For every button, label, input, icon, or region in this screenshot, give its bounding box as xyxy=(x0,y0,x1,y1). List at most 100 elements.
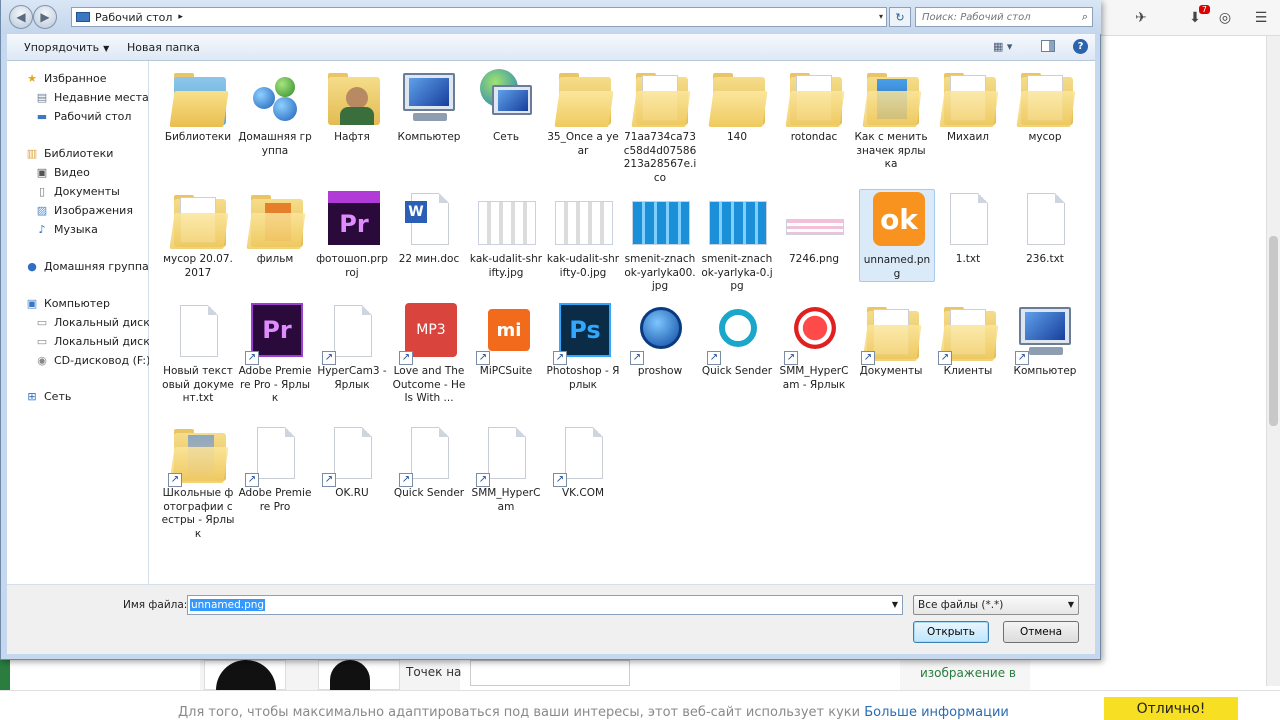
file-item[interactable]: ↗ Quick Sender xyxy=(391,423,467,501)
file-item[interactable]: Компьютер xyxy=(391,67,467,145)
view-options-icon[interactable]: ▦ ▾ xyxy=(993,40,1012,53)
chevron-down-icon[interactable]: ▼ xyxy=(1068,600,1074,609)
new-folder-button[interactable]: Новая папка xyxy=(127,41,200,54)
menu-icon[interactable]: ☰ xyxy=(1252,9,1270,27)
nav-documents[interactable]: ▯ Документы xyxy=(35,182,120,200)
file-name-value[interactable]: unnamed.png xyxy=(190,599,266,611)
file-item[interactable]: smenit-znachok-yarlyka00.jpg xyxy=(622,189,698,294)
file-item[interactable]: ↗ Школьные фотографии сестры - Ярлык xyxy=(160,423,236,541)
address-dropdown-icon[interactable]: ▾ xyxy=(879,12,883,21)
file-item[interactable]: Новый текстовый документ.txt xyxy=(160,301,236,406)
file-item[interactable]: Ps ↗ Photoshop - Ярлык xyxy=(545,301,621,392)
cancel-button[interactable]: Отмена xyxy=(1003,621,1079,643)
file-item[interactable]: 140 xyxy=(699,67,775,145)
file-item[interactable]: 35_Once a year xyxy=(545,67,621,158)
green-info-text: изображение в xyxy=(920,666,1016,680)
nav-recent-places[interactable]: ▤ Недавние места xyxy=(35,88,149,106)
back-button[interactable]: ◀ xyxy=(9,5,33,29)
nav-cd-drive[interactable]: ◉ CD-дисковод (F:) xyxy=(35,351,150,369)
nav-label: Видео xyxy=(54,165,90,179)
file-item[interactable]: Pr ↗ Adobe Premiere Pro - Ярлык xyxy=(237,301,313,406)
file-item[interactable]: 71aa734ca73c58d4d07586213a28567e.ico xyxy=(622,67,698,185)
file-item[interactable]: ↗ Adobe Premiere Pro xyxy=(237,423,313,514)
search-input[interactable] xyxy=(922,10,1072,24)
file-item[interactable]: ↗ OK.RU xyxy=(314,423,390,501)
file-item[interactable]: ↗ proshow xyxy=(622,301,698,379)
image-thumbnail-icon xyxy=(551,189,615,253)
file-item[interactable]: kak-udalit-shrifty.jpg xyxy=(468,189,544,280)
nav-favorites[interactable]: ★ Избранное xyxy=(25,69,106,87)
organize-menu[interactable]: Упорядочить ▼ xyxy=(24,41,109,54)
file-item[interactable]: Сеть xyxy=(468,67,544,145)
shortcut-arrow-icon: ↗ xyxy=(1015,351,1029,365)
file-item[interactable]: Библиотеки xyxy=(160,67,236,145)
nav-pictures[interactable]: ▨ Изображения xyxy=(35,201,133,219)
file-item[interactable]: мусор xyxy=(1007,67,1083,145)
file-item[interactable]: W 22 мин.doc xyxy=(391,189,467,267)
file-item[interactable]: ↗ SMM_HyperCam - Ярлык xyxy=(776,301,852,392)
scrollbar-thumb[interactable] xyxy=(1269,236,1278,426)
navigation-pane: ★ Избранное ▤ Недавние места ▬ Рабочий стол… xyxy=(7,61,166,584)
nav-libraries[interactable]: ▥ Библиотеки xyxy=(25,144,114,162)
breadcrumb-arrow-icon[interactable]: ▸ xyxy=(178,12,183,22)
preview-pane-icon[interactable] xyxy=(1041,40,1055,52)
file-item[interactable]: ↗ Клиенты xyxy=(930,301,1006,379)
file-item[interactable]: ↗ SMM_HyperCam xyxy=(468,423,544,514)
file-item[interactable]: smenit-znachok-yarlyka-0.jpg xyxy=(699,189,775,294)
file-item[interactable]: rotondac xyxy=(776,67,852,145)
file-item[interactable]: ↗ VK.COM xyxy=(545,423,621,501)
extension-icon[interactable]: ✈ xyxy=(1132,9,1150,27)
file-item[interactable]: MP3 ↗ Love and The Outcome - He Is With .… xyxy=(391,301,467,406)
file-item[interactable]: 1.txt xyxy=(930,189,1006,267)
shortcut-arrow-icon: ↗ xyxy=(322,473,336,487)
address-bar[interactable]: Рабочий стол ▸ ▾ xyxy=(71,7,887,27)
forward-button[interactable]: ▶ xyxy=(33,5,57,29)
homegroup-icon xyxy=(243,67,307,131)
file-item[interactable]: ↗ Документы xyxy=(853,301,929,379)
refresh-button[interactable]: ↻ xyxy=(889,7,911,27)
file-item[interactable]: Михаил xyxy=(930,67,1006,145)
sync-icon[interactable]: ◎ xyxy=(1216,9,1234,27)
file-item[interactable]: мусор 20.07.2017 xyxy=(160,189,236,280)
search-box[interactable]: ⌕ xyxy=(915,7,1093,27)
download-icon[interactable]: ⬇ 7 xyxy=(1186,5,1210,27)
file-item[interactable]: фильм xyxy=(237,189,313,267)
nav-network[interactable]: ⊞ Сеть xyxy=(25,387,71,405)
file-item[interactable]: ↗ Quick Sender xyxy=(699,301,775,379)
file-label: SMM_HyperCam - Ярлык xyxy=(779,365,849,391)
file-item[interactable]: kak-udalit-shrifty-0.jpg xyxy=(545,189,621,280)
file-name-field[interactable]: unnamed.png ▼ xyxy=(187,595,903,615)
organize-label: Упорядочить xyxy=(24,41,100,54)
file-label: OK.RU xyxy=(335,487,369,499)
file-item[interactable]: Pr фотошоп.prproj xyxy=(314,189,390,280)
open-button[interactable]: Открыть xyxy=(913,621,989,643)
page-scrollbar[interactable] xyxy=(1266,36,1280,686)
chevron-down-icon[interactable]: ▼ xyxy=(892,600,898,609)
nav-video[interactable]: ▣ Видео xyxy=(35,163,90,181)
file-item[interactable]: mi ↗ MiPCSuite xyxy=(468,301,544,379)
quick-sender-icon: ↗ xyxy=(705,301,769,365)
nav-local-disk-d[interactable]: ▭ Локальный диск (D xyxy=(35,332,166,350)
nav-music[interactable]: ♪ Музыка xyxy=(35,220,97,238)
file-item[interactable]: ↗ HyperCam3 - Ярлык xyxy=(314,301,390,392)
cookie-more-link[interactable]: Больше информации xyxy=(864,705,1009,720)
libraries-folder-icon xyxy=(166,67,230,131)
file-item[interactable]: 7246.png xyxy=(776,189,852,267)
file-item-selected[interactable]: ok unnamed.png xyxy=(859,189,935,282)
file-item[interactable]: Домашняя группа xyxy=(237,67,313,158)
cookie-accept-button[interactable]: Отлично! xyxy=(1104,697,1238,720)
file-item[interactable]: ↗ Компьютер xyxy=(1007,301,1083,379)
nav-homegroup[interactable]: ● Домашняя группа xyxy=(25,257,149,275)
file-item[interactable]: Нафтя xyxy=(314,67,390,145)
file-item[interactable]: Как с менить значек ярлыка xyxy=(853,67,929,172)
nav-desktop[interactable]: ▬ Рабочий стол xyxy=(35,107,132,125)
help-icon[interactable]: ? xyxy=(1073,39,1088,54)
file-type-select[interactable]: Все файлы (*.*) ▼ xyxy=(913,595,1079,615)
cookie-message: Для того, чтобы максимально адаптировать… xyxy=(178,705,1009,720)
file-item[interactable]: 236.txt xyxy=(1007,189,1083,267)
search-icon[interactable]: ⌕ xyxy=(1082,10,1088,24)
nav-computer[interactable]: ▣ Компьютер xyxy=(25,294,110,312)
nav-local-disk-c[interactable]: ▭ Локальный диск (C xyxy=(35,313,166,331)
points-input[interactable] xyxy=(470,660,630,686)
nav-label: Недавние места xyxy=(54,90,149,104)
